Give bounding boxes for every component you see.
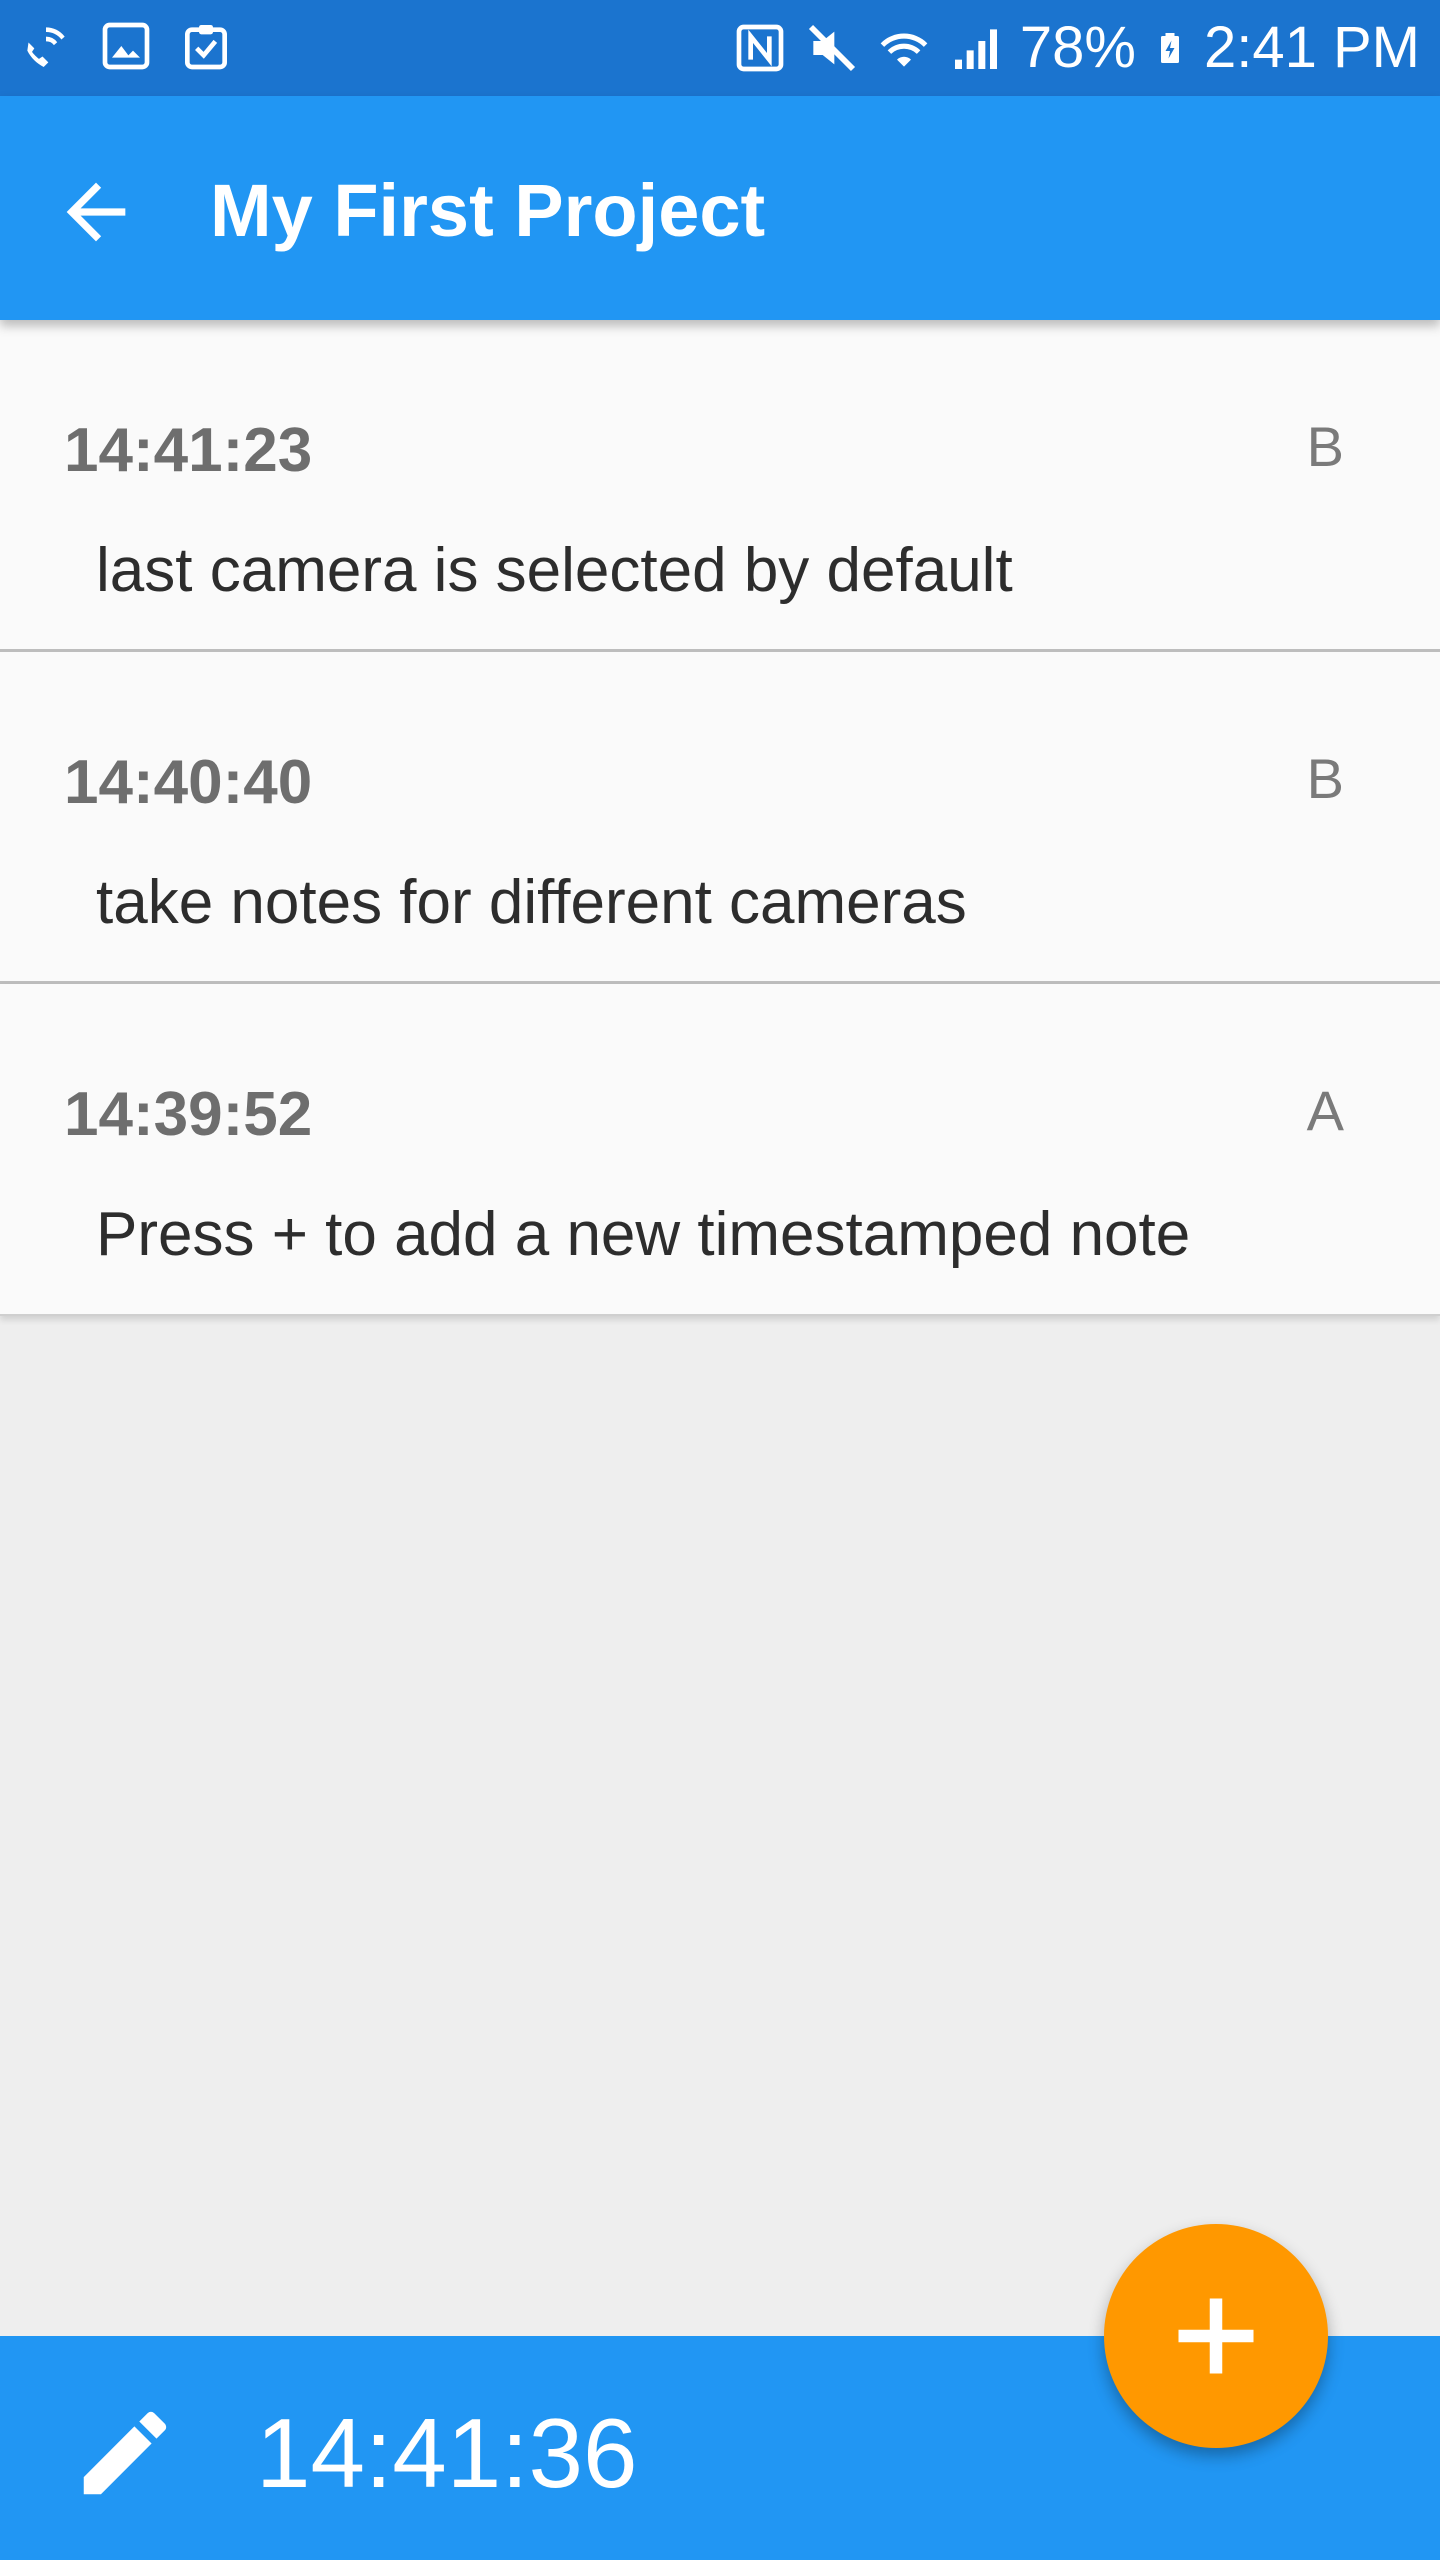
status-left-icons [18,18,234,74]
add-note-button[interactable] [1104,2224,1328,2448]
status-time: 2:41 PM [1204,15,1420,80]
wifi-icon [880,33,928,67]
note-timestamp: 14:41:23 [64,416,313,485]
note-item[interactable]: 14:40:40 B take notes for different came… [0,652,1440,984]
mute-icon [808,24,855,72]
note-timestamp: 14:40:40 [64,748,313,817]
signal-icon [954,29,997,69]
notes-list: 14:41:23 B last camera is selected by de… [0,320,1440,1316]
wifi-calling-icon [27,27,65,67]
pencil-icon[interactable] [70,2398,180,2508]
note-text: take notes for different cameras [96,868,967,937]
note-text: Press + to add a new timestamped note [96,1200,1191,1269]
app-bar: My First Project [0,96,1440,320]
note-text: last camera is selected by default [96,536,1013,605]
note-item[interactable]: 14:41:23 B last camera is selected by de… [0,320,1440,652]
status-bar: 78% 2:41 PM [0,0,1440,96]
battery-percent: 78% [1019,15,1136,80]
battery-charging-icon [1161,33,1179,63]
note-camera-label: B [1306,747,1344,810]
note-item[interactable]: 14:39:52 A Press + to add a new timestam… [0,984,1440,1316]
note-timestamp: 14:39:52 [64,1080,313,1149]
note-camera-label: B [1306,415,1344,478]
page-title: My First Project [210,169,766,252]
arrow-back-icon[interactable] [52,168,140,256]
nfc-icon [736,24,784,72]
image-icon [102,22,150,70]
plus-icon [1178,2298,1254,2374]
status-right-icons: 78% 2:41 PM [732,10,1420,86]
clipboard-check-icon [185,25,227,70]
note-camera-label: A [1306,1079,1344,1142]
current-time: 14:41:36 [256,2398,638,2508]
